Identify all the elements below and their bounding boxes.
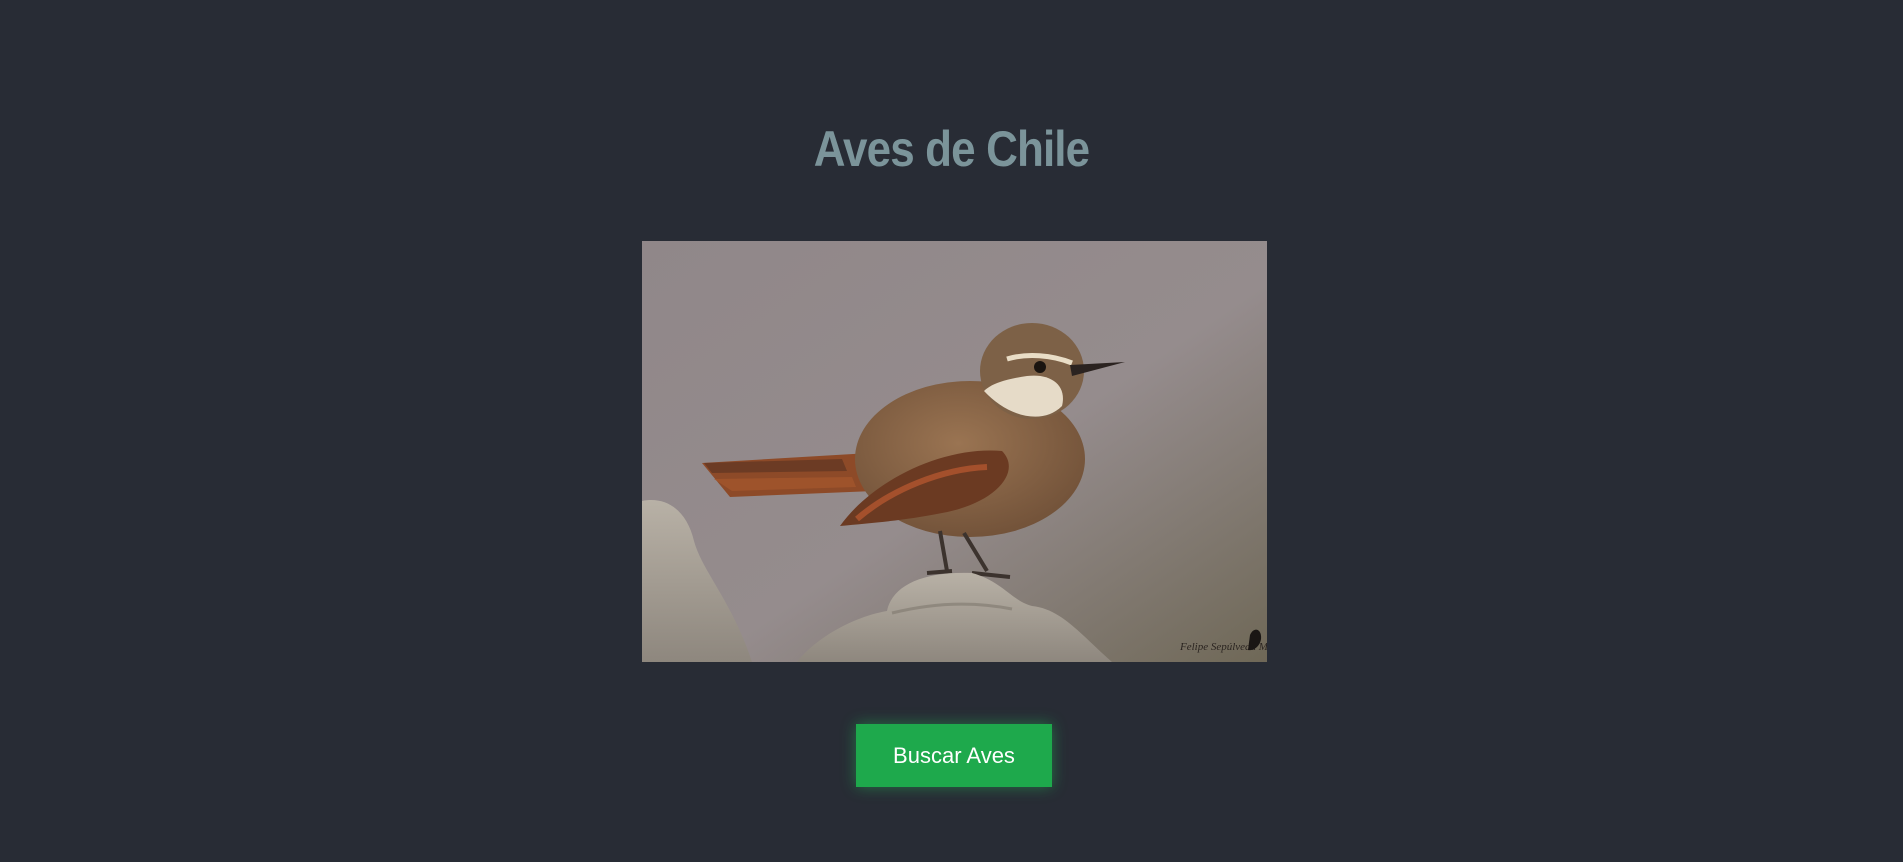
- page-title: Aves de Chile: [813, 121, 1090, 177]
- search-birds-button[interactable]: Buscar Aves: [856, 724, 1052, 787]
- page: Aves de Chile Felipe Sepúlveda M. Buscar…: [0, 0, 1903, 862]
- bird-photo: Felipe Sepúlveda M.: [642, 241, 1267, 662]
